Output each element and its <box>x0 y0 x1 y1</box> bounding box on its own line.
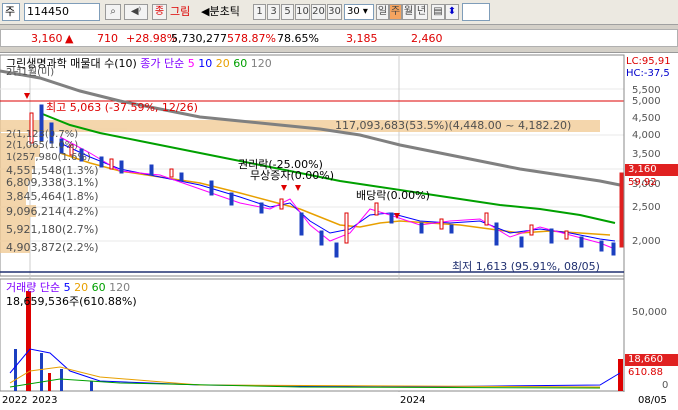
x-axis-bar <box>0 392 678 410</box>
interval-20[interactable]: 20 <box>311 4 326 20</box>
interval-10[interactable]: 10 <box>295 4 310 20</box>
quote-low: 2,460 <box>411 32 443 45</box>
extra-input[interactable] <box>462 3 490 21</box>
quote-high: 3,185 <box>346 32 378 45</box>
tab-month[interactable]: 월 <box>402 4 415 20</box>
y-tick-5000: 5,000 <box>632 96 661 107</box>
stock-code-input[interactable]: 114450 <box>24 3 100 21</box>
interval-3[interactable]: 3 <box>267 4 280 20</box>
mode-select[interactable]: 주 <box>2 3 20 21</box>
volume: 5,730,277 <box>171 32 227 45</box>
volume-top-value: 18,659,536주(610.88%) <box>6 295 137 308</box>
current-price: 3,160 <box>31 32 63 45</box>
tab-year[interactable]: 년 <box>415 4 428 20</box>
high-note: 최고 5,063 (-37.59%, 12/26) <box>46 101 198 114</box>
profile-label-top-2: 2(1,065(1.0%) <box>6 140 79 151</box>
volume-legend: 거래량 단순 5 20 60 120 <box>6 281 131 294</box>
profile-label-6: 4,903,872(2.2%) <box>6 241 99 254</box>
x-label-2022: 2022 <box>2 395 28 406</box>
hc-label: HC:-37,5 <box>626 68 670 79</box>
price-tag: 3,160 <box>625 164 678 176</box>
tab-day[interactable]: 일 <box>376 4 389 20</box>
y-tick-2500: 2,500 <box>632 202 661 213</box>
volume-tag: 18,660 <box>625 354 678 366</box>
ratio: 78.65% <box>277 32 319 45</box>
price-change-pct: +28.98% <box>126 32 178 45</box>
chart-area[interactable]: 그린생명과학 매물대 수(10) 종가 단순 5 10 20 60 120 LC… <box>0 52 678 410</box>
quote-bar: 3,160 ▲ 710 +28.98% 5,730,277 578.87% 78… <box>0 29 678 47</box>
toolbar: 주 114450 ⌕ ◀⁾ 종 그림 ◀분초틱 1 3 5 10 20 30 3… <box>0 0 678 25</box>
tab-week[interactable]: 주 <box>389 4 402 20</box>
speaker-icon[interactable]: ◀⁾ <box>124 4 148 20</box>
search-icon[interactable]: ⌕ <box>105 4 121 20</box>
volume-pct-tag: 610.88 <box>628 367 663 378</box>
up-arrow-icon: ▲ <box>65 32 74 45</box>
price-pct-tag: 59.92 <box>628 177 657 188</box>
profile-label-main: 117,093,683(53.5%)(4,448.00 ~ 4,182.20) <box>335 119 572 132</box>
y-tick-4500: 4,500 <box>632 113 661 124</box>
x-label-2024: 2024 <box>400 395 426 406</box>
interval-5[interactable]: 5 <box>281 4 294 20</box>
options-icon[interactable]: ▤ <box>431 4 445 20</box>
vol-tick-0: 0 <box>662 380 669 391</box>
event-dividend: 배당락(0.00%) <box>356 189 430 202</box>
x-label-2023: 2023 <box>32 395 58 406</box>
profile-label-3: 3,845,464(1.8%) <box>6 190 99 203</box>
profile-label-2: 6,809,338(3.1%) <box>6 176 99 189</box>
updown-icon[interactable]: ⬍ <box>445 4 459 20</box>
x-label-date: 08/05 <box>638 395 667 406</box>
price-change: 710 <box>97 32 118 45</box>
interval-30[interactable]: 30 <box>327 4 342 20</box>
period-label[interactable]: ◀분초틱 <box>201 4 240 20</box>
vol-tick-50000: 50,000 <box>632 307 667 318</box>
y-tick-2000: 2,000 <box>632 236 661 247</box>
volume-pct: 578.87% <box>227 32 276 45</box>
interval-1[interactable]: 1 <box>253 4 266 20</box>
event-bonus: 무상증자(0.00%) <box>250 169 335 182</box>
profile-label-5: 5,921,180(2.7%) <box>6 223 99 236</box>
profile-label-4: 9,096,214(4.2%) <box>6 205 99 218</box>
count-select[interactable]: 30 ▾ <box>344 4 374 20</box>
y-tick-5500: 5,500 <box>632 85 661 96</box>
profile-label-top-3: 1(257,980(1.6%) <box>6 152 91 163</box>
chart-label: 그림 <box>170 5 191 18</box>
color-toggle[interactable]: 종 <box>152 4 167 20</box>
y-tick-4000: 4,000 <box>632 130 661 141</box>
lc-label: LC:95,91 <box>626 56 671 67</box>
y-tick-3500: 3,500 <box>632 149 661 160</box>
low-note: 최저 1,613 (95.91%, 08/05) <box>452 260 600 273</box>
profile-label-top-0: 2년1월(미) <box>6 67 55 78</box>
